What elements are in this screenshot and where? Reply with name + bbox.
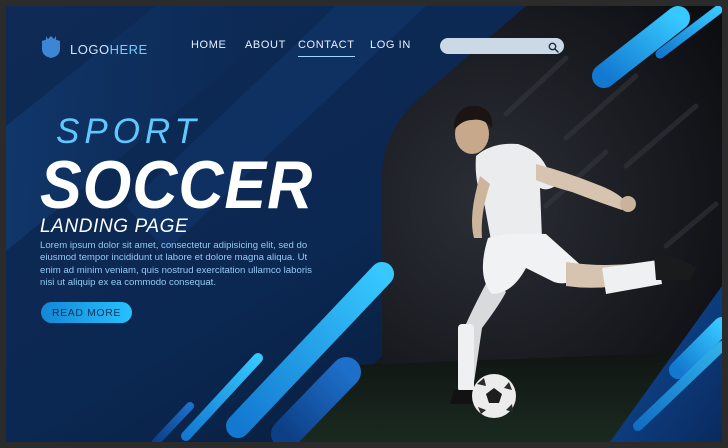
search-input[interactable]	[448, 38, 552, 56]
search-icon[interactable]	[548, 40, 559, 58]
nav-contact-link[interactable]: CONTACT	[298, 39, 355, 57]
read-more-button[interactable]: READ MORE	[41, 302, 132, 323]
hero-body-text: Lorem ipsum dolor sit amet, consectetur …	[40, 240, 312, 289]
shield-logo-icon	[40, 35, 62, 64]
nav-login-link[interactable]: LOG IN	[370, 39, 411, 51]
landing-page: LOGOHERE HOME ABOUT CONTACT LOG IN SPORT…	[6, 6, 722, 442]
nav-about-link[interactable]: ABOUT	[245, 39, 286, 51]
hero-subtitle: LANDING PAGE	[40, 216, 189, 237]
hero-title: SOCCER	[40, 147, 314, 223]
nav-home-link[interactable]: HOME	[191, 39, 226, 51]
logo[interactable]: LOGOHERE	[40, 35, 148, 64]
soccer-ball	[472, 374, 516, 418]
search-bar	[440, 38, 564, 56]
logo-text: LOGOHERE	[70, 42, 148, 57]
top-navigation: LOGOHERE HOME ABOUT CONTACT LOG IN	[6, 6, 722, 86]
